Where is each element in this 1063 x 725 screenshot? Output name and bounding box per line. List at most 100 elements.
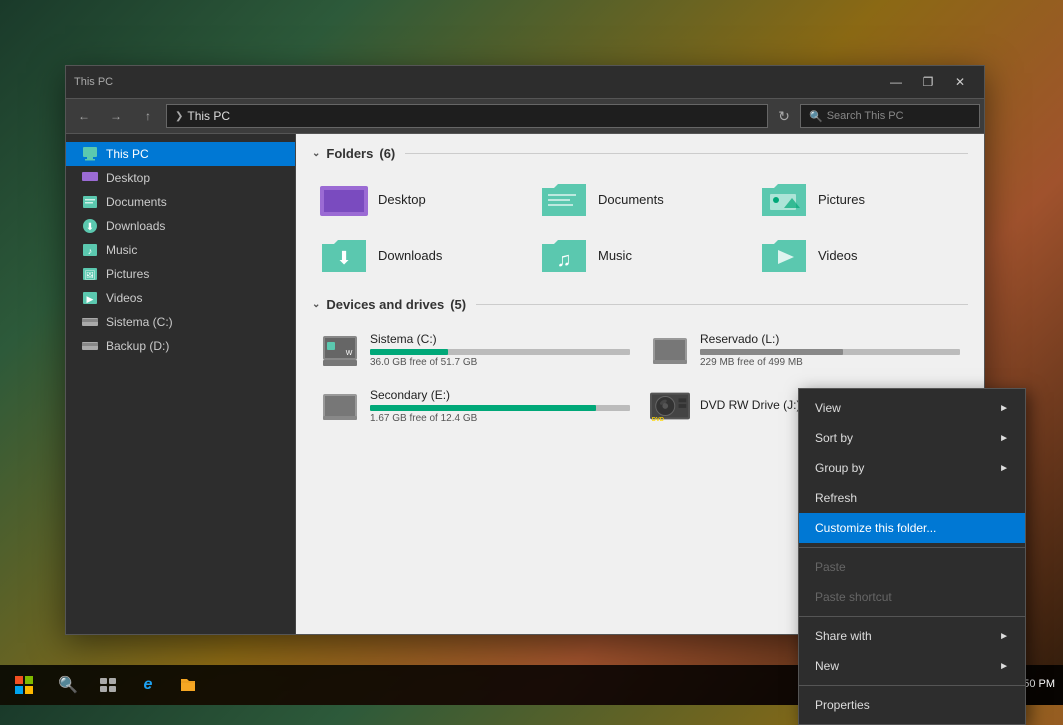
close-button[interactable]: ✕ [944, 66, 976, 98]
search-placeholder: Search This PC [827, 110, 904, 122]
device-e-name: Secondary (E:) [370, 388, 630, 402]
refresh-button[interactable]: ↻ [772, 104, 796, 128]
folder-item-documents[interactable]: Documents [532, 173, 748, 225]
sidebar-item-thispc[interactable]: This PC [66, 142, 295, 166]
restore-button[interactable]: ❐ [912, 66, 944, 98]
address-text: This PC [187, 109, 230, 123]
sidebar: This PC Desktop Documents ⬇ Downloads [66, 134, 296, 634]
ctx-separator-1 [799, 547, 1025, 548]
hdd-e-device-icon [320, 388, 360, 424]
ctx-paste-label: Paste [815, 560, 846, 574]
ctx-groupby-label: Group by [815, 461, 864, 475]
sidebar-systemc-label: Sistema (C:) [106, 315, 173, 329]
music-icon: ♪ [82, 242, 98, 258]
desktop-folder-label: Desktop [378, 192, 426, 207]
hdd-c-device-icon: W [320, 332, 360, 368]
ctx-share-with[interactable]: Share with ► [799, 621, 1025, 651]
ctx-new-label: New [815, 659, 839, 673]
address-separator: ❯ [175, 111, 183, 122]
sidebar-item-videos[interactable]: ▶ Videos [66, 286, 295, 310]
device-item-c[interactable]: W Sistema (C:) 36.0 GB free of 51.7 GB [312, 324, 638, 376]
sidebar-item-backupd[interactable]: Backup (D:) [66, 334, 295, 358]
svg-text:▶: ▶ [87, 294, 94, 304]
start-button[interactable] [0, 665, 48, 705]
up-button[interactable]: ↑ [134, 102, 162, 130]
ctx-paste-shortcut-label: Paste shortcut [815, 590, 892, 604]
ctx-separator-3 [799, 685, 1025, 686]
title-bar-controls: — ❐ ✕ [880, 66, 976, 98]
folder-item-downloads[interactable]: ⬇ Downloads [312, 229, 528, 281]
ctx-sort-by[interactable]: Sort by ► [799, 423, 1025, 453]
downloads-folder-icon: ⬇ [320, 235, 368, 275]
device-l-bar-bg [700, 349, 960, 355]
documents-folder-label: Documents [598, 192, 664, 207]
ctx-new[interactable]: New ► [799, 651, 1025, 681]
folders-chevron[interactable]: ⌄ [312, 148, 320, 159]
forward-button[interactable]: → [102, 102, 130, 130]
downloads-icon: ⬇ [82, 218, 98, 234]
sidebar-music-label: Music [106, 243, 137, 257]
ctx-view[interactable]: View ► [799, 393, 1025, 423]
taskbar-search-button[interactable]: 🔍 [48, 665, 88, 705]
folder-item-pictures[interactable]: Pictures [752, 173, 968, 225]
ctx-paste: Paste [799, 552, 1025, 582]
hdd-d-icon [82, 338, 98, 354]
sidebar-desktop-label: Desktop [106, 171, 150, 185]
sidebar-item-desktop[interactable]: Desktop [66, 166, 295, 190]
svg-text:♫: ♫ [557, 249, 572, 271]
videos-folder-icon [760, 235, 808, 275]
search-box[interactable]: 🔍 Search This PC [800, 104, 980, 128]
devices-count: (5) [450, 297, 466, 312]
svg-text:🖼: 🖼 [84, 270, 95, 280]
ctx-view-arrow: ► [999, 403, 1009, 414]
devices-divider [476, 304, 968, 305]
music-folder-icon: ♫ [540, 235, 588, 275]
documents-icon [82, 194, 98, 210]
ctx-group-by[interactable]: Group by ► [799, 453, 1025, 483]
device-e-bar-fill [370, 405, 596, 411]
sidebar-item-documents[interactable]: Documents [66, 190, 295, 214]
folder-item-desktop[interactable]: Desktop [312, 173, 528, 225]
folders-count: (6) [379, 146, 395, 161]
sidebar-videos-label: Videos [106, 291, 142, 305]
ctx-refresh[interactable]: Refresh [799, 483, 1025, 513]
ctx-paste-shortcut: Paste shortcut [799, 582, 1025, 612]
ctx-sortby-label: Sort by [815, 431, 853, 445]
sidebar-item-pictures[interactable]: 🖼 Pictures [66, 262, 295, 286]
ctx-separator-2 [799, 616, 1025, 617]
devices-chevron[interactable]: ⌄ [312, 299, 320, 310]
taskbar-ie-button[interactable]: e [128, 665, 168, 705]
ctx-refresh-label: Refresh [815, 491, 857, 505]
devices-title: Devices and drives [326, 297, 444, 312]
device-l-bar-fill [700, 349, 843, 355]
folders-section-header: ⌄ Folders (6) [312, 146, 968, 161]
videos-folder-label: Videos [818, 248, 858, 263]
svg-text:⬇: ⬇ [336, 248, 351, 268]
device-c-bar-bg [370, 349, 630, 355]
desktop-icon [82, 170, 98, 186]
folder-item-videos[interactable]: Videos [752, 229, 968, 281]
device-item-e[interactable]: Secondary (E:) 1.67 GB free of 12.4 GB [312, 380, 638, 432]
ctx-sharewith-label: Share with [815, 629, 872, 643]
address-field[interactable]: ❯ This PC [166, 104, 768, 128]
taskbar-taskview-button[interactable] [88, 665, 128, 705]
svg-text:W: W [346, 350, 353, 357]
svg-text:♪: ♪ [88, 246, 93, 256]
sidebar-backupd-label: Backup (D:) [106, 339, 169, 353]
ctx-customize[interactable]: Customize this folder... [799, 513, 1025, 543]
back-button[interactable]: ← [70, 102, 98, 130]
ctx-new-arrow: ► [999, 661, 1009, 672]
sidebar-item-downloads[interactable]: ⬇ Downloads [66, 214, 295, 238]
ctx-properties[interactable]: Properties [799, 690, 1025, 720]
sidebar-item-systemc[interactable]: Sistema (C:) [66, 310, 295, 334]
folder-item-music[interactable]: ♫ Music [532, 229, 748, 281]
pictures-folder-label: Pictures [818, 192, 865, 207]
ctx-view-label: View [815, 401, 841, 415]
minimize-button[interactable]: — [880, 66, 912, 98]
device-item-l[interactable]: Reservado (L:) 229 MB free of 499 MB [642, 324, 968, 376]
sidebar-documents-label: Documents [106, 195, 167, 209]
taskbar-explorer-button[interactable] [168, 665, 208, 705]
ctx-customize-label: Customize this folder... [815, 521, 936, 535]
sidebar-item-music[interactable]: ♪ Music [66, 238, 295, 262]
svg-text:⬇: ⬇ [86, 222, 94, 233]
